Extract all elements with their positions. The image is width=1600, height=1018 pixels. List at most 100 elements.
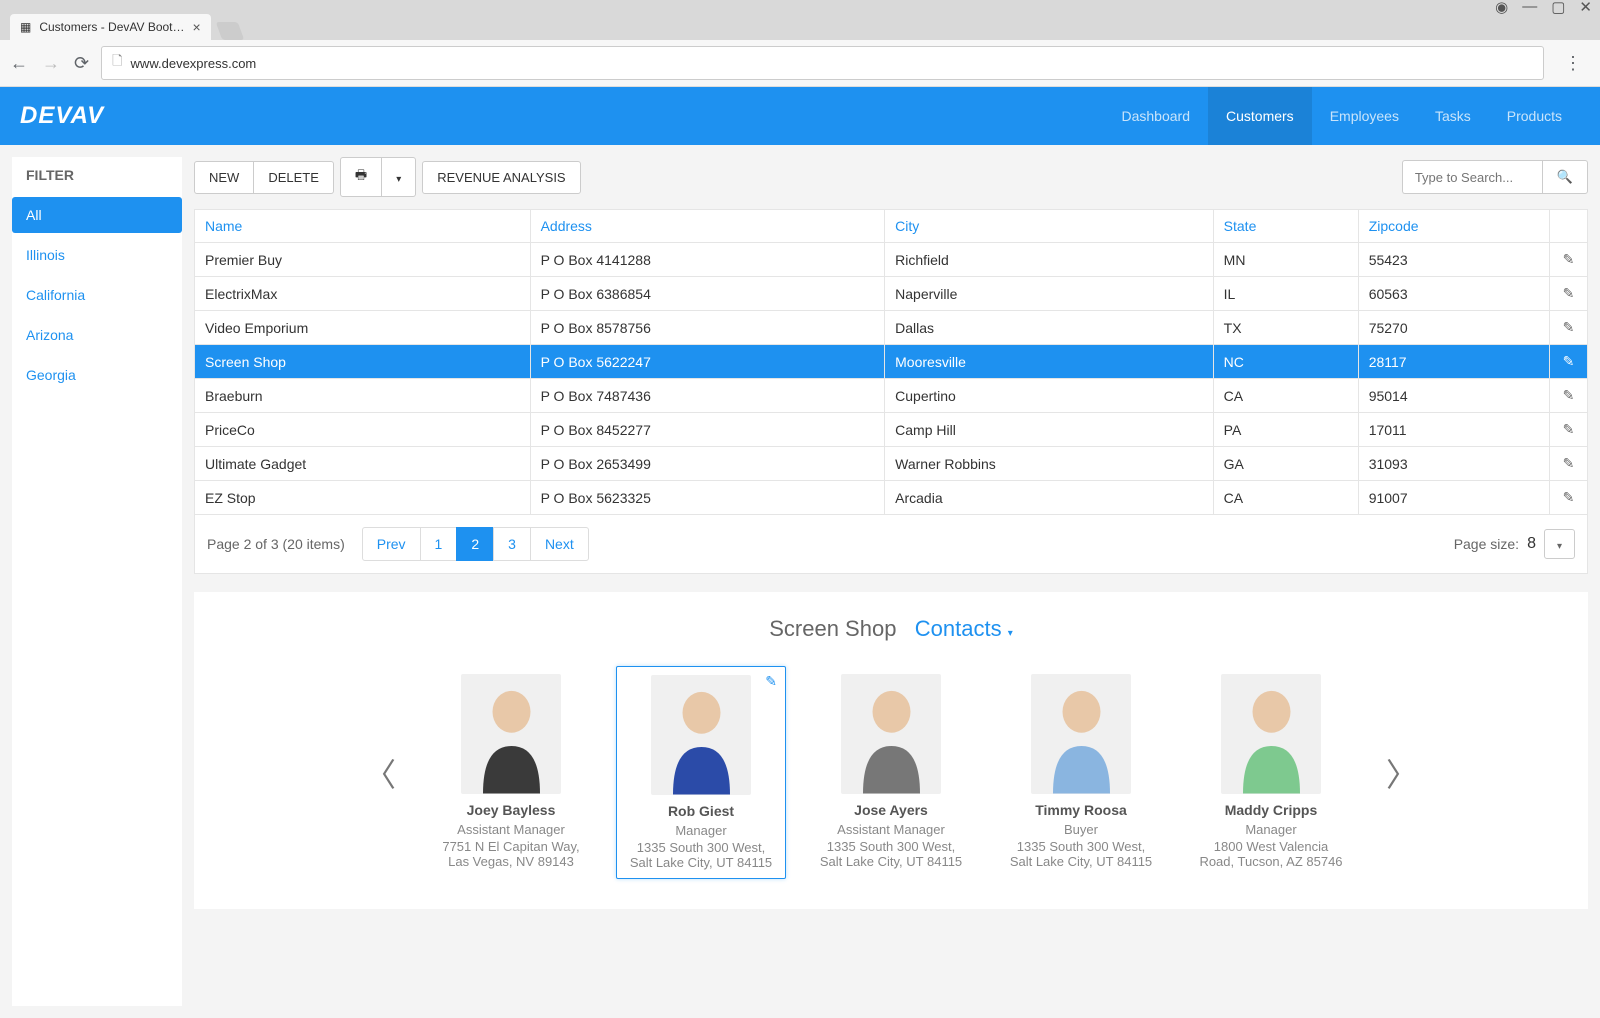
carousel-prev[interactable]: 〈 bbox=[354, 750, 406, 796]
page-2[interactable]: 2 bbox=[456, 527, 494, 561]
toolbar: NEW DELETE REVENUE ANALYSIS bbox=[194, 157, 1588, 197]
nav-item-tasks[interactable]: Tasks bbox=[1417, 87, 1489, 145]
contact-name: Jose Ayers bbox=[814, 802, 968, 818]
contact-role: Manager bbox=[625, 823, 777, 838]
filter-item-arizona[interactable]: Arizona bbox=[12, 317, 182, 353]
table-row[interactable]: EZ StopP O Box 5623325ArcadiaCA91007 bbox=[195, 481, 1588, 515]
cell-name: Ultimate Gadget bbox=[195, 447, 531, 481]
cell-name: PriceCo bbox=[195, 413, 531, 447]
new-button[interactable]: NEW bbox=[194, 161, 254, 194]
contact-addr1: 1335 South 300 West, bbox=[625, 840, 777, 855]
cell-name: EZ Stop bbox=[195, 481, 531, 515]
new-tab-button[interactable] bbox=[215, 22, 244, 40]
column-state[interactable]: State bbox=[1213, 210, 1358, 243]
contact-card[interactable]: Rob GiestManager1335 South 300 West,Salt… bbox=[616, 666, 786, 879]
contact-card[interactable]: Timmy RoosaBuyer1335 South 300 West,Salt… bbox=[996, 666, 1166, 879]
user-icon[interactable]: ◉ bbox=[1495, 0, 1508, 16]
table-row[interactable]: PriceCoP O Box 8452277Camp HillPA17011 bbox=[195, 413, 1588, 447]
table-row[interactable]: BraeburnP O Box 7487436CupertinoCA95014 bbox=[195, 379, 1588, 413]
column-zipcode[interactable]: Zipcode bbox=[1358, 210, 1549, 243]
table-row[interactable]: ElectrixMaxP O Box 6386854NapervilleIL60… bbox=[195, 277, 1588, 311]
table-row[interactable]: Premier BuyP O Box 4141288RichfieldMN554… bbox=[195, 243, 1588, 277]
search-button[interactable] bbox=[1542, 160, 1588, 194]
cell-state: PA bbox=[1213, 413, 1358, 447]
nav-item-dashboard[interactable]: Dashboard bbox=[1104, 87, 1209, 145]
cell-address: P O Box 2653499 bbox=[530, 447, 885, 481]
carousel-next[interactable]: 〉 bbox=[1376, 750, 1428, 796]
delete-button[interactable]: DELETE bbox=[254, 161, 334, 194]
table-row[interactable]: Screen ShopP O Box 5622247MooresvilleNC2… bbox=[195, 345, 1588, 379]
browser-menu-icon[interactable]: ⋮ bbox=[1556, 53, 1590, 74]
nav-item-products[interactable]: Products bbox=[1489, 87, 1580, 145]
column-city[interactable]: City bbox=[885, 210, 1214, 243]
tab-close-icon[interactable]: × bbox=[193, 19, 201, 35]
edit-button[interactable] bbox=[1550, 345, 1588, 379]
cell-city: Camp Hill bbox=[885, 413, 1214, 447]
tab-favicon: ▦ bbox=[20, 20, 31, 34]
pager-info: Page 2 of 3 (20 items) bbox=[207, 536, 345, 552]
edit-button[interactable] bbox=[1550, 379, 1588, 413]
filter-item-illinois[interactable]: Illinois bbox=[12, 237, 182, 273]
table-row[interactable]: Video EmporiumP O Box 8578756DallasTX752… bbox=[195, 311, 1588, 345]
window-close[interactable]: ✕ bbox=[1579, 0, 1592, 16]
cell-address: P O Box 5623325 bbox=[530, 481, 885, 515]
search-input[interactable] bbox=[1402, 160, 1542, 194]
cell-city: Naperville bbox=[885, 277, 1214, 311]
window-maximize[interactable]: ▢ bbox=[1551, 0, 1565, 16]
column-name[interactable]: Name bbox=[195, 210, 531, 243]
nav-item-customers[interactable]: Customers bbox=[1208, 87, 1312, 145]
edit-button[interactable] bbox=[1550, 243, 1588, 277]
edit-button[interactable] bbox=[1550, 481, 1588, 515]
pencil-icon bbox=[1563, 455, 1575, 471]
sidebar: FILTER AllIllinoisCaliforniaArizonaGeorg… bbox=[12, 157, 182, 1006]
edit-button[interactable] bbox=[1550, 413, 1588, 447]
revenue-analysis-button[interactable]: REVENUE ANALYSIS bbox=[422, 161, 580, 194]
forward-icon[interactable]: → bbox=[42, 53, 60, 74]
detail-customer-name: Screen Shop bbox=[769, 616, 896, 641]
column-address[interactable]: Address bbox=[530, 210, 885, 243]
page-size-label: Page size: bbox=[1454, 536, 1519, 552]
print-button[interactable] bbox=[340, 157, 382, 197]
cell-state: MN bbox=[1213, 243, 1358, 277]
contact-name: Maddy Cripps bbox=[1194, 802, 1348, 818]
contact-card[interactable]: Maddy CrippsManager1800 West ValenciaRoa… bbox=[1186, 666, 1356, 879]
url-field[interactable]: 🗋 www.devexpress.com bbox=[101, 46, 1544, 80]
cell-state: NC bbox=[1213, 345, 1358, 379]
nav-item-employees[interactable]: Employees bbox=[1312, 87, 1417, 145]
customers-grid: NameAddressCityStateZipcode Premier BuyP… bbox=[194, 209, 1588, 515]
pencil-icon bbox=[1563, 489, 1575, 505]
back-icon[interactable]: ← bbox=[10, 53, 28, 74]
detail-section-dropdown[interactable]: Contacts bbox=[915, 616, 1013, 641]
contact-name: Joey Bayless bbox=[434, 802, 588, 818]
page-size-dropdown[interactable] bbox=[1544, 529, 1575, 559]
contact-card[interactable]: Jose AyersAssistant Manager1335 South 30… bbox=[806, 666, 976, 879]
page-size-value: 8 bbox=[1527, 535, 1536, 553]
edit-button[interactable] bbox=[1550, 447, 1588, 481]
pencil-icon[interactable] bbox=[765, 673, 777, 690]
contact-role: Assistant Manager bbox=[434, 822, 588, 837]
print-dropdown-button[interactable] bbox=[382, 157, 416, 197]
cell-state: CA bbox=[1213, 481, 1358, 515]
filter-item-california[interactable]: California bbox=[12, 277, 182, 313]
chevron-down-icon bbox=[1008, 616, 1013, 641]
page-3[interactable]: 3 bbox=[493, 527, 531, 561]
page-next[interactable]: Next bbox=[530, 527, 589, 561]
cell-zipcode: 31093 bbox=[1358, 447, 1549, 481]
page-prev[interactable]: Prev bbox=[362, 527, 421, 561]
contact-card[interactable]: Joey BaylessAssistant Manager7751 N El C… bbox=[426, 666, 596, 879]
filter-item-georgia[interactable]: Georgia bbox=[12, 357, 182, 393]
cell-city: Arcadia bbox=[885, 481, 1214, 515]
cell-name: ElectrixMax bbox=[195, 277, 531, 311]
window-minimize[interactable]: — bbox=[1522, 0, 1537, 16]
contact-addr2: Road, Tucson, AZ 85746 bbox=[1194, 854, 1348, 869]
reload-icon[interactable]: ⟳ bbox=[74, 53, 89, 74]
edit-button[interactable] bbox=[1550, 277, 1588, 311]
table-row[interactable]: Ultimate GadgetP O Box 2653499Warner Rob… bbox=[195, 447, 1588, 481]
page-1[interactable]: 1 bbox=[420, 527, 458, 561]
cell-zipcode: 17011 bbox=[1358, 413, 1549, 447]
contact-addr2: Salt Lake City, UT 84115 bbox=[625, 855, 777, 870]
browser-tab-active[interactable]: ▦ Customers - DevAV Boot… × bbox=[10, 14, 211, 40]
edit-button[interactable] bbox=[1550, 311, 1588, 345]
avatar bbox=[651, 675, 751, 795]
filter-item-all[interactable]: All bbox=[12, 197, 182, 233]
